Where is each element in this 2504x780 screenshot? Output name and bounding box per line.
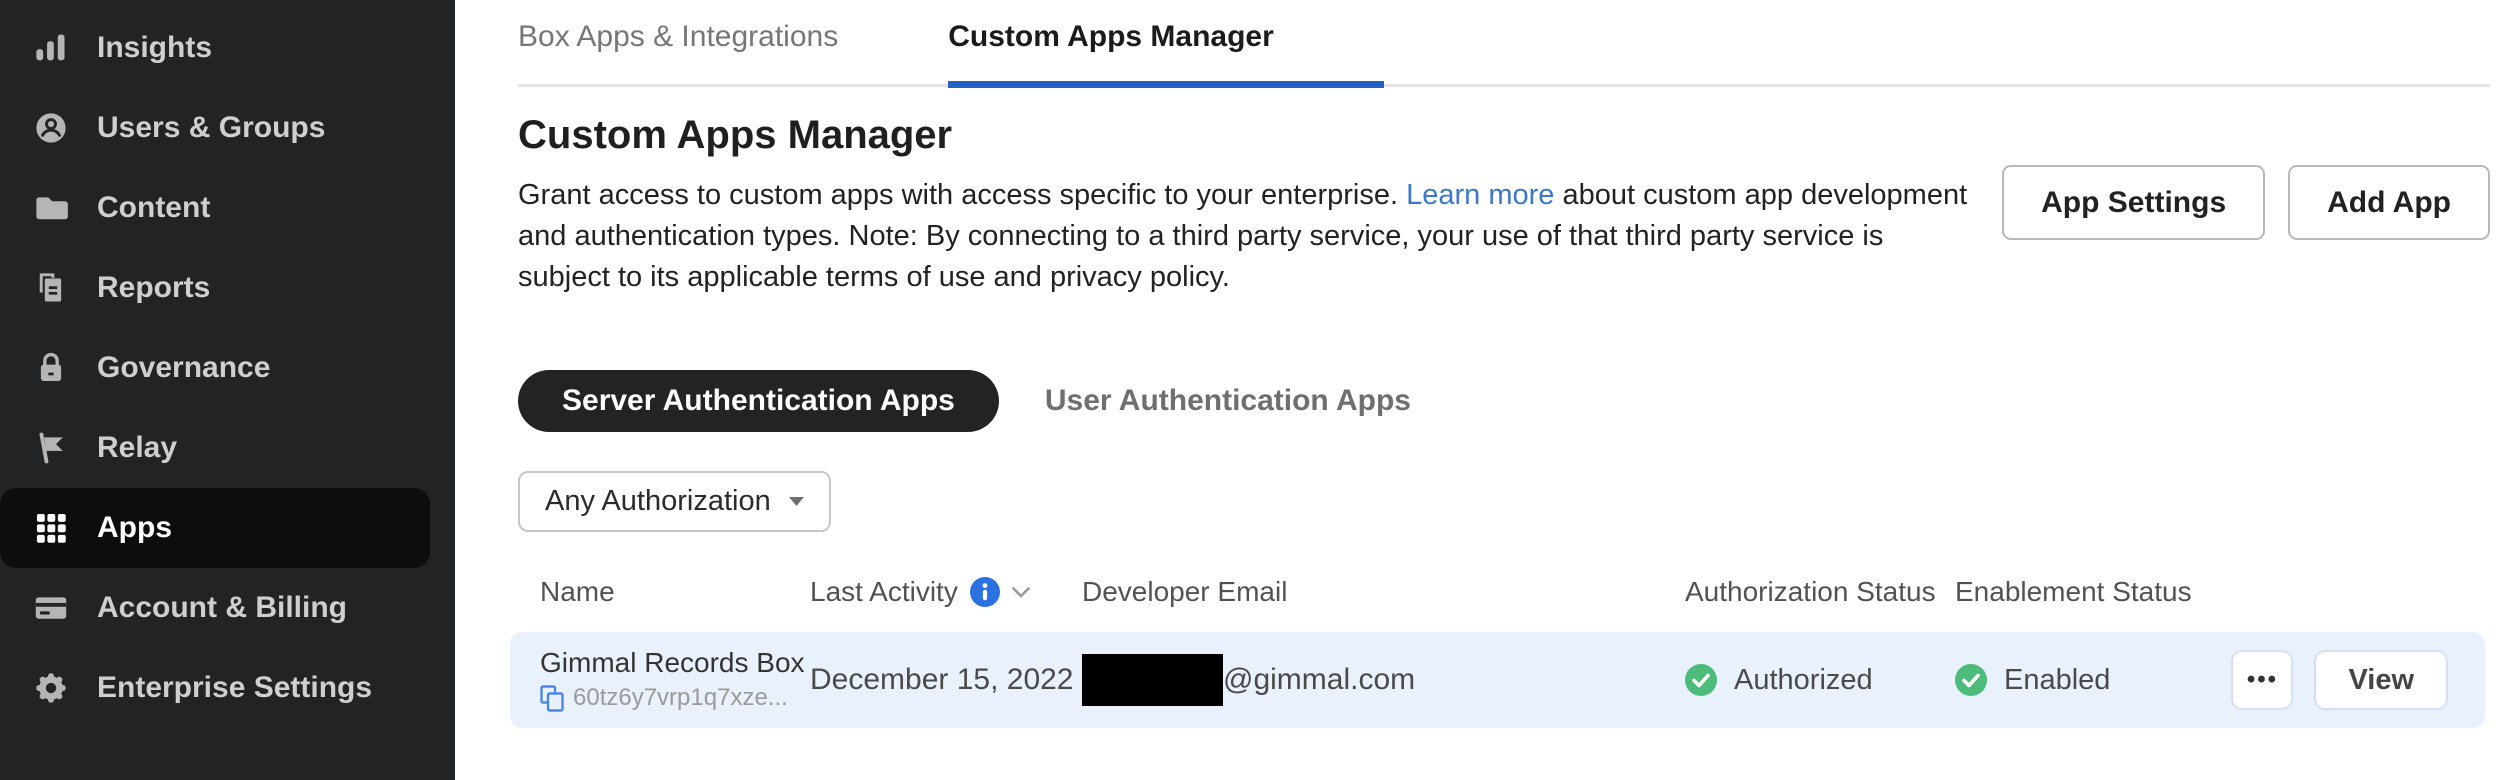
sidebar-item-label: Users & Groups [97, 111, 325, 145]
column-header-developer-email: Developer Email [1082, 576, 1685, 608]
row-actions: ••• View [2219, 650, 2485, 710]
lock-icon [33, 350, 69, 386]
add-app-button[interactable]: Add App [2288, 165, 2490, 240]
last-activity-cell: December 15, 2022 [810, 663, 1082, 697]
column-header-name: Name [540, 576, 810, 608]
admin-sidebar: Insights Users & Groups Content Reports [0, 0, 455, 780]
page-description: Grant access to custom apps with access … [518, 175, 1968, 298]
sidebar-item-label: Account & Billing [97, 591, 347, 625]
app-id-row: 60tz6y7vrp1q7xze... [540, 685, 810, 712]
flag-icon [33, 430, 69, 466]
copy-icon[interactable] [540, 685, 564, 712]
gear-icon [33, 670, 69, 706]
sidebar-item-account-billing[interactable]: Account & Billing [0, 568, 455, 648]
page-header-text: Custom Apps Manager Grant access to cust… [518, 113, 1968, 298]
sidebar-item-governance[interactable]: Governance [0, 328, 455, 408]
sidebar-item-label: Governance [97, 351, 270, 385]
user-authentication-apps-segment[interactable]: User Authentication Apps [1045, 384, 1411, 418]
column-header-enablement-status: Enablement Status [1955, 576, 2219, 608]
app-settings-button[interactable]: App Settings [2002, 165, 2265, 240]
app-id[interactable]: 60tz6y7vrp1q7xze... [573, 686, 788, 710]
sidebar-item-reports[interactable]: Reports [0, 248, 455, 328]
description-text: Grant access to custom apps with access … [518, 179, 1406, 211]
app-name: Gimmal Records Box [540, 649, 810, 677]
chevron-down-icon [789, 497, 804, 506]
users-icon [33, 110, 69, 146]
page-title: Custom Apps Manager [518, 113, 1968, 157]
authorization-filter-dropdown[interactable]: Any Authorization [518, 471, 831, 532]
main-content: Box Apps & Integrations Custom Apps Mana… [455, 0, 2504, 780]
learn-more-link[interactable]: Learn more [1406, 179, 1554, 211]
more-options-button[interactable]: ••• [2231, 650, 2293, 710]
status-badge: Authorized [1734, 664, 1873, 697]
column-header-last-activity[interactable]: Last Activity [810, 576, 1082, 608]
column-header-label: Authorization Status [1685, 576, 1936, 608]
enablement-status-cell: Enabled [1955, 664, 2219, 697]
column-header-label: Name [540, 576, 615, 608]
view-button[interactable]: View [2314, 650, 2448, 710]
email-domain: @gimmal.com [1223, 663, 1415, 697]
credit-card-icon [33, 590, 69, 626]
sidebar-item-users-groups[interactable]: Users & Groups [0, 88, 455, 168]
reports-icon [33, 270, 69, 306]
tab-custom-apps-manager[interactable]: Custom Apps Manager [948, 14, 1384, 84]
auth-type-segments: Server Authentication Apps User Authenti… [518, 370, 2490, 432]
header-actions: App Settings Add App [2002, 165, 2490, 298]
sidebar-item-enterprise-settings[interactable]: Enterprise Settings [0, 648, 455, 728]
sidebar-item-insights[interactable]: Insights [0, 8, 455, 88]
check-circle-icon [1955, 664, 1987, 696]
authorization-status-cell: Authorized [1685, 664, 1955, 697]
folder-icon [33, 190, 69, 226]
sidebar-item-content[interactable]: Content [0, 168, 455, 248]
redacted-email-block [1082, 654, 1223, 706]
app-window: Insights Users & Groups Content Reports [0, 0, 2504, 780]
column-header-label: Developer Email [1082, 576, 1287, 608]
server-authentication-apps-segment[interactable]: Server Authentication Apps [518, 370, 999, 432]
sort-chevron-down-icon[interactable] [1012, 587, 1030, 598]
apps-table: Name Last Activity Developer Email Autho… [510, 572, 2485, 728]
sidebar-item-label: Apps [97, 511, 172, 545]
check-circle-icon [1685, 664, 1717, 696]
sidebar-item-label: Relay [97, 431, 177, 465]
authorization-filter-value: Any Authorization [545, 485, 771, 518]
sidebar-item-label: Insights [97, 31, 212, 65]
page-header: Custom Apps Manager Grant access to cust… [518, 113, 2490, 298]
top-tabbar: Box Apps & Integrations Custom Apps Mana… [518, 0, 2490, 87]
column-header-label: Enablement Status [1955, 576, 2192, 608]
info-icon[interactable] [970, 577, 1000, 607]
table-row: Gimmal Records Box 60tz6y7vrp1q7xze... D… [510, 632, 2485, 728]
tab-box-apps-integrations[interactable]: Box Apps & Integrations [518, 14, 948, 84]
sidebar-item-relay[interactable]: Relay [0, 408, 455, 488]
column-header-label: Last Activity [810, 576, 958, 608]
app-name-cell: Gimmal Records Box 60tz6y7vrp1q7xze... [540, 649, 810, 712]
developer-email-cell: @gimmal.com [1082, 654, 1685, 706]
apps-table-header: Name Last Activity Developer Email Autho… [510, 572, 2485, 612]
apps-grid-icon [33, 510, 69, 546]
sidebar-item-label: Content [97, 191, 210, 225]
status-badge: Enabled [2004, 664, 2110, 697]
sidebar-item-apps[interactable]: Apps [0, 488, 430, 568]
sidebar-item-label: Reports [97, 271, 210, 305]
sidebar-item-label: Enterprise Settings [97, 671, 372, 705]
bar-chart-icon [33, 30, 69, 66]
column-header-authorization-status: Authorization Status [1685, 576, 1955, 608]
